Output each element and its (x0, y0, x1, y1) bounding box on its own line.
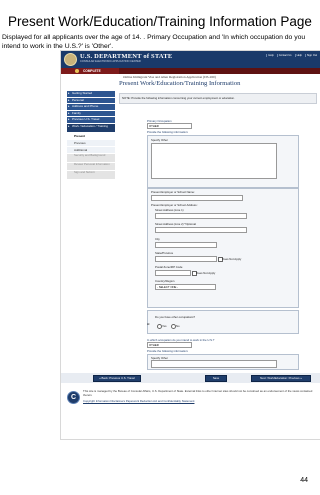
specify-other-textarea[interactable] (151, 143, 277, 179)
screenshot-frame: U.S. DEPARTMENT of STATE CONSULAR ELECTR… (60, 50, 320, 440)
page-number: 44 (300, 477, 308, 484)
sidebar-item-sign-submit: Sign and Submit (67, 170, 115, 179)
header-link-help[interactable]: Help (266, 54, 274, 57)
specify-other-textarea-2[interactable] (151, 360, 277, 368)
other-occupations-panel (147, 310, 299, 334)
consular-seal-icon: C (67, 391, 80, 404)
city-input[interactable] (155, 242, 217, 248)
state-input[interactable] (155, 256, 217, 262)
employer-name-input[interactable] (151, 195, 243, 201)
sidebar-item-address-phone[interactable]: Address and Phone (67, 104, 115, 110)
provide-info-label-2: Provide the following information: (147, 349, 189, 353)
postal-does-not-apply-label: Does Not Apply (196, 271, 216, 275)
instruction-note: NOTE: Provide the following information … (119, 93, 317, 104)
street1-label: Street Address (Line 1) (155, 208, 184, 212)
employer-name-label: Present Employer or School Name: (151, 190, 195, 194)
state-does-not-apply-label: Does Not Apply (222, 257, 242, 261)
application-subheader: Online Immigrant Visa and Alien Registra… (123, 75, 216, 79)
employer-address-label: Present Employer or School Address: (151, 203, 198, 207)
site-brand-subtitle: CONSULAR ELECTRONIC APPLICATION CENTER (80, 60, 141, 63)
document-caption: Displayed for all applicants over the ag… (2, 34, 306, 50)
state-label: State/Province (155, 251, 174, 255)
header-link-sign-out[interactable]: Sign Out (304, 54, 318, 57)
footer-text: This site is managed by the Bureau of Co… (83, 389, 313, 397)
form-main: Present Work/Education/Training Informat… (119, 80, 317, 104)
sidebar: Getting Started Personal Address and Pho… (67, 91, 115, 180)
state-seal-icon (64, 53, 77, 66)
country-select[interactable]: - SELECT ONE - (155, 284, 216, 290)
button-bar: « Back: Previous U.S. Travel Save Next: … (61, 373, 320, 383)
site-brand: U.S. DEPARTMENT of STATE (80, 53, 173, 60)
yes-label: Yes (162, 324, 167, 328)
provide-info-label: Provide the following information: (147, 130, 189, 134)
save-button[interactable]: Save (205, 375, 227, 382)
primary-occupation-select[interactable]: OTHER (147, 123, 192, 129)
check-icon (75, 69, 79, 73)
no-label: No (176, 324, 180, 328)
intend-occupation-select[interactable]: OTHER (147, 342, 192, 348)
other-occupations-question: Do you have other occupations? (155, 315, 196, 319)
street1-input[interactable] (155, 213, 247, 219)
footer-links[interactable]: Copyright Information Disclaimers Paperw… (83, 399, 194, 403)
sidebar-subitem-present[interactable]: Present (67, 133, 115, 139)
header-link-contact[interactable]: Contact Us (276, 54, 293, 57)
sidebar-item-family[interactable]: Family (67, 110, 115, 116)
sidebar-item-personal[interactable]: Personal (67, 97, 115, 103)
sidebar-subitem-previous[interactable]: Previous (67, 140, 115, 146)
sidebar-item-previous-travel[interactable]: Previous U.S. Travel (67, 117, 115, 123)
site-header: U.S. DEPARTMENT of STATE CONSULAR ELECTR… (61, 51, 320, 68)
site-footer: C This site is managed by the Bureau of … (61, 386, 320, 439)
country-label: Country/Region (155, 279, 175, 283)
progress-band: COMPLETE (61, 68, 320, 74)
sidebar-item-review: Review Personal Information (67, 162, 115, 170)
sidebar-item-security: Security and Background (67, 153, 115, 162)
document-title: Present Work/Education/Training Informat… (8, 14, 312, 29)
progress-step-label: COMPLETE (83, 69, 101, 73)
city-label: City (155, 237, 160, 241)
postal-label: Postal Zone/ZIP Code (155, 265, 183, 269)
street2-input[interactable] (155, 227, 247, 233)
page-heading: Present Work/Education/Training Informat… (119, 80, 241, 87)
postal-input[interactable] (155, 270, 191, 276)
back-button[interactable]: « Back: Previous U.S. Travel (93, 375, 141, 382)
header-link-help-2[interactable]: Help (294, 54, 303, 57)
street2-label: Street Address (Line 2) *Optional (155, 222, 196, 226)
sidebar-item-work-education[interactable]: Work / Education / Training (67, 123, 115, 132)
specify-other-label: Specify Other (151, 138, 168, 142)
sidebar-item-getting-started[interactable]: Getting Started (67, 91, 115, 97)
next-button[interactable]: Next: Work/Education: Previous » (251, 375, 311, 382)
